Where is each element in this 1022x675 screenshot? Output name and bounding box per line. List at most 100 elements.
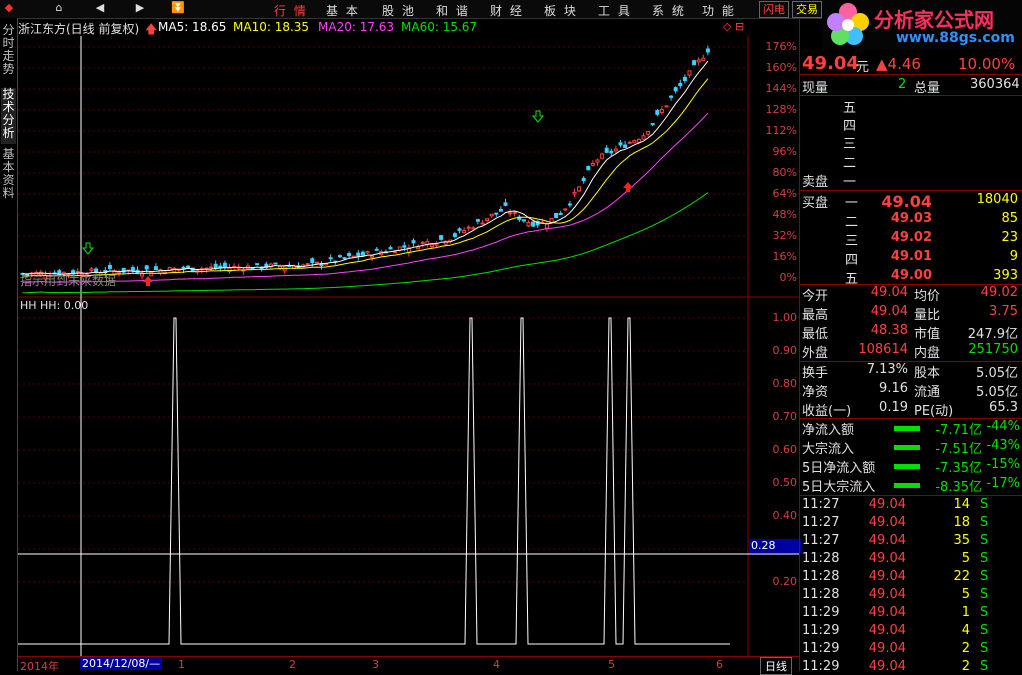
tick-volume: 2 xyxy=(961,641,970,656)
expand-down-icon[interactable]: ⏬ xyxy=(170,1,186,17)
tick-side: S xyxy=(980,587,989,602)
flow-pct: -44% xyxy=(986,419,1020,434)
indicator-axis-tick: 0.80 xyxy=(772,377,798,390)
tick-time: 11:29 xyxy=(802,605,840,620)
candle-body xyxy=(604,147,609,153)
stat-label: 量比 xyxy=(914,308,941,323)
candle-body xyxy=(337,255,342,258)
candle-body xyxy=(701,57,706,62)
forward-icon[interactable]: ▶ xyxy=(132,1,148,17)
candle-body xyxy=(512,211,517,214)
candle-body xyxy=(636,138,641,143)
candle-body xyxy=(314,261,319,264)
tick-time: 11:28 xyxy=(802,569,840,584)
flow-value: -7.71亿 xyxy=(935,423,982,438)
tick-time: 11:27 xyxy=(802,497,840,512)
buy-volume: 393 xyxy=(993,268,1018,283)
tick-price: 49.04 xyxy=(868,515,906,530)
tick-side: S xyxy=(980,605,989,620)
price-axis-tick: 176% xyxy=(765,40,797,53)
sell-level: 五 xyxy=(843,101,857,116)
price-axis-tick: 96% xyxy=(772,145,797,158)
tick-side: S xyxy=(980,569,989,584)
menu-quotes[interactable]: 行 情 xyxy=(274,2,308,19)
buy-volume: 9 xyxy=(1009,249,1018,264)
candle-body xyxy=(388,247,393,250)
menu-finance[interactable]: 财 经 xyxy=(490,2,524,19)
menu-tools[interactable]: 工 具 xyxy=(598,2,632,19)
menu-sector[interactable]: 板 块 xyxy=(544,2,578,19)
buy-level: 四 xyxy=(845,253,859,268)
tick-volume: 22 xyxy=(953,569,970,584)
candle-body xyxy=(466,226,471,229)
candle-body xyxy=(687,70,692,76)
menu-stock-pool[interactable]: 股 池 xyxy=(382,2,416,19)
candle-body xyxy=(365,251,370,254)
chart-settings-icon[interactable]: ◇ ⊟ xyxy=(723,20,744,33)
tab-technical[interactable]: 技术分析 xyxy=(1,88,16,144)
tick-side: S xyxy=(980,515,989,530)
candle-body xyxy=(347,253,352,257)
candle-body xyxy=(595,159,600,163)
stat-label: 流通 xyxy=(914,385,941,400)
indicator-chart[interactable] xyxy=(18,298,800,656)
candle-body xyxy=(342,257,347,260)
candle-body xyxy=(416,246,421,250)
candle-body xyxy=(682,76,687,82)
flow-value: -7.35亿 xyxy=(935,461,982,476)
menu-harmony[interactable]: 和 谐 xyxy=(436,2,470,19)
buy-volume: 23 xyxy=(1001,230,1018,245)
candle-body xyxy=(632,140,637,144)
tick-volume: 5 xyxy=(961,587,970,602)
flow-bar xyxy=(894,464,920,469)
period-button[interactable]: 日线 xyxy=(760,657,792,675)
tick-side: S xyxy=(980,659,989,674)
indicator-axis-tick: 0.60 xyxy=(772,443,798,456)
price-change-pct: 10.00% xyxy=(958,55,1016,73)
menu-function[interactable]: 功 能 xyxy=(702,2,736,19)
candle-body xyxy=(577,186,582,192)
month-tick: 2 xyxy=(289,658,296,671)
stat-value: 49.02 xyxy=(980,285,1018,300)
candle-body xyxy=(494,212,499,215)
ma5-label: MA5: 18.65 xyxy=(158,20,227,34)
flash-button[interactable]: 闪电 xyxy=(759,1,789,18)
panel-divider xyxy=(799,18,800,671)
current-volume-value: 2 xyxy=(898,77,907,92)
candle-body xyxy=(692,60,697,66)
back-icon[interactable]: ◀ xyxy=(92,1,108,17)
flow-pct: -15% xyxy=(986,457,1020,472)
menu-basics[interactable]: 基 本 xyxy=(326,2,360,19)
logo-title: 分析家公式网 xyxy=(874,8,994,32)
trade-button[interactable]: 交易 xyxy=(792,1,822,18)
tick-side: S xyxy=(980,551,989,566)
home-icon[interactable]: ⌂ xyxy=(50,1,68,17)
tab-intraday[interactable]: 分时走势 xyxy=(1,24,16,84)
tick-price: 49.04 xyxy=(868,659,906,674)
flow-pct: -17% xyxy=(986,476,1020,491)
candle-body xyxy=(567,203,572,206)
stock-title: 浙江东方(日线 前复权) xyxy=(18,22,140,36)
tick-price: 49.04 xyxy=(868,533,906,548)
stat-label: 换手 xyxy=(802,366,829,381)
tick-price: 49.04 xyxy=(868,587,906,602)
price-chart[interactable] xyxy=(18,36,800,298)
candle-body xyxy=(526,222,531,227)
candle-body xyxy=(696,59,701,63)
tab-fundamentals[interactable]: 基本资料 xyxy=(1,148,16,204)
flow-bar xyxy=(894,426,920,431)
stat-label: 最低 xyxy=(802,327,829,342)
stat-value: 108614 xyxy=(858,342,908,357)
tick-time: 11:29 xyxy=(802,641,840,656)
stat-label: 净资 xyxy=(802,385,829,400)
buy-price: 49.02 xyxy=(890,230,932,245)
sell-signal-arrow xyxy=(81,242,95,255)
menu-system[interactable]: 系 统 xyxy=(652,2,686,19)
candle-body xyxy=(213,263,218,269)
tick-side: S xyxy=(980,641,989,656)
candle-body xyxy=(452,233,457,237)
candle-body xyxy=(89,268,94,271)
tick-price: 49.04 xyxy=(868,641,906,656)
candle-body xyxy=(572,191,577,195)
app-logo-icon[interactable]: ◆ xyxy=(0,1,18,17)
